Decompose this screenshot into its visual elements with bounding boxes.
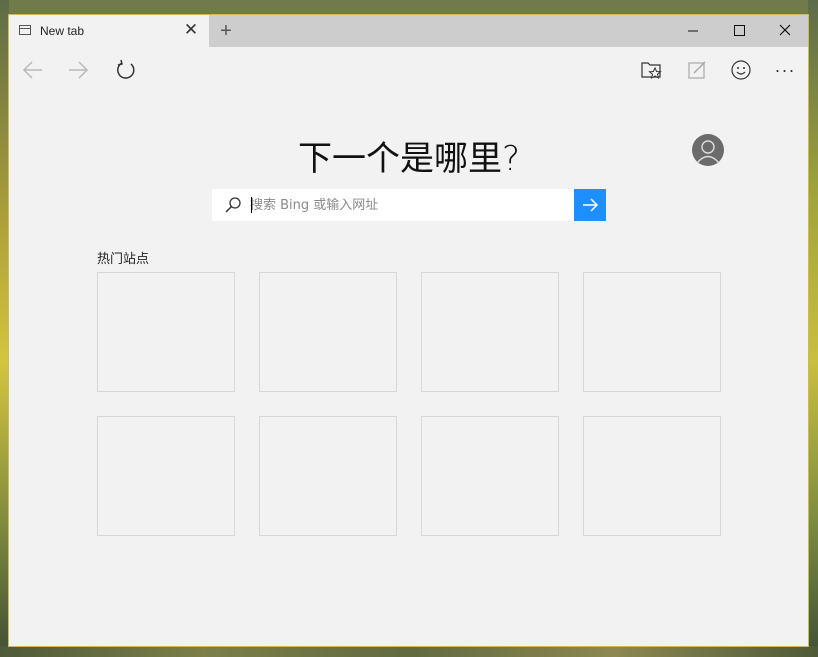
top-site-tile[interactable]: [583, 272, 721, 392]
top-site-tile[interactable]: [259, 416, 397, 536]
minimize-button[interactable]: [670, 15, 716, 47]
top-site-tile[interactable]: [97, 416, 235, 536]
minimize-icon: [688, 30, 698, 32]
more-button[interactable]: ···: [771, 56, 799, 84]
close-icon: [779, 24, 791, 36]
refresh-icon: [117, 59, 135, 79]
back-arrow-icon: [22, 61, 42, 79]
page-icon: [19, 25, 31, 35]
tab-close-button[interactable]: ✕: [181, 20, 201, 40]
tab-title: New tab: [40, 24, 85, 38]
favorites-hub-icon: [641, 62, 662, 80]
back-button[interactable]: [19, 56, 47, 84]
user-icon: [696, 140, 720, 164]
close-window-button[interactable]: [762, 15, 808, 47]
top-sites-heading: 热门站点: [97, 252, 150, 267]
top-site-tile[interactable]: [583, 416, 721, 536]
top-site-tile[interactable]: [97, 272, 235, 392]
desktop-wallpaper-bottom: [0, 646, 818, 657]
forward-arrow-icon: [69, 61, 89, 79]
page-headline: 下一个是哪里?: [297, 139, 521, 179]
refresh-button[interactable]: [112, 56, 140, 84]
top-site-tile[interactable]: [259, 272, 397, 392]
tab-new-tab[interactable]: New tab ✕: [9, 15, 209, 47]
maximize-icon: [734, 25, 745, 36]
smiley-feedback-icon: [731, 60, 751, 80]
avatar[interactable]: [692, 134, 724, 166]
web-note-icon: [688, 61, 706, 79]
maximize-button[interactable]: [716, 15, 762, 47]
feedback-button[interactable]: [727, 56, 755, 84]
search-box: [212, 189, 574, 221]
search-icon: [225, 197, 241, 213]
forward-button[interactable]: [64, 56, 92, 84]
desktop-wallpaper-right: [808, 0, 818, 657]
new-tab-button[interactable]: +: [215, 19, 237, 43]
browser-window: New tab ✕ + ··· 下一个是哪里? 搜索 Bing 或输入网址 热门…: [8, 14, 809, 647]
web-note-button[interactable]: [683, 56, 711, 84]
navigation-toolbar: ···: [9, 47, 808, 91]
text-caret: [251, 197, 252, 213]
hub-button[interactable]: [638, 56, 666, 84]
arrow-right-icon: [583, 198, 599, 212]
top-site-tile[interactable]: [421, 272, 559, 392]
tab-strip: New tab ✕ +: [9, 15, 808, 47]
top-site-tile[interactable]: [421, 416, 559, 536]
search-input[interactable]: [250, 189, 570, 221]
search-go-button[interactable]: [574, 189, 606, 221]
